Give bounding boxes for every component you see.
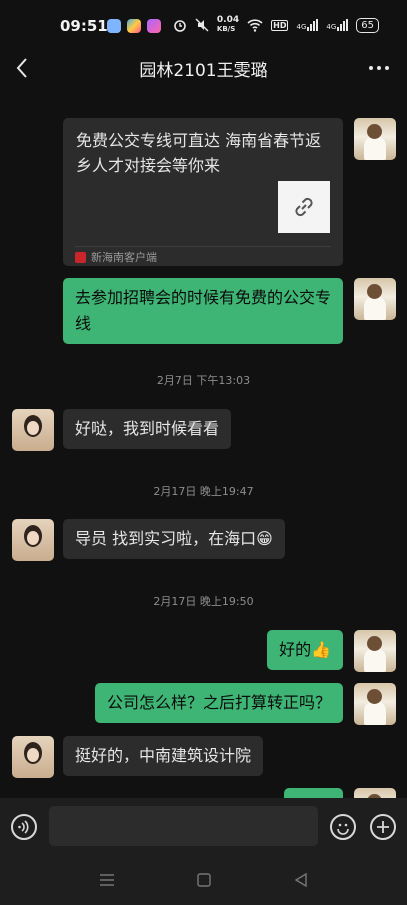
- more-dots-icon: [369, 66, 373, 70]
- sent-message-bubble[interactable]: 公司怎么样？之后打算转正吗？: [94, 683, 343, 723]
- more-options-button[interactable]: [369, 66, 389, 70]
- my-avatar[interactable]: [354, 278, 396, 320]
- card-divider: [75, 246, 331, 247]
- gallery-notification-icon: [127, 19, 141, 33]
- notification-icons: [107, 19, 161, 33]
- signal-2: 4G: [326, 19, 349, 31]
- signal-1: 4G: [296, 19, 319, 31]
- wifi-icon: [247, 18, 263, 32]
- hd-badge: HD: [271, 19, 289, 31]
- source-logo-icon: [75, 251, 86, 263]
- signal-icon-2: [337, 19, 349, 31]
- message-input-bar: [0, 798, 407, 856]
- timestamp-separator: 2月17日 晚上19:47: [153, 485, 254, 498]
- chat-header: 园林2101王雯璐: [0, 50, 407, 88]
- app-notification-icon: [107, 19, 121, 33]
- signal-icon: [307, 19, 319, 31]
- emoji-button[interactable]: [330, 814, 356, 840]
- back-nav-icon[interactable]: [294, 873, 308, 887]
- link-card-message[interactable]: 免费公交专线可直达 海南省春节返乡人才对接会等你来 新海南客户端: [63, 118, 343, 266]
- link-thumbnail: [278, 181, 330, 233]
- status-right: 0.04 KB/S HD 4G 4G 65: [173, 16, 379, 34]
- link-source-name: 新海南客户端: [91, 251, 157, 264]
- network-type-2: 4G: [326, 23, 337, 31]
- system-nav-bar: [0, 856, 407, 905]
- home-icon[interactable]: [197, 873, 211, 887]
- contact-avatar[interactable]: [12, 409, 54, 451]
- speed-value: 0.04: [216, 15, 240, 25]
- network-speed: 0.04 KB/S: [217, 16, 239, 34]
- contact-avatar[interactable]: [12, 519, 54, 561]
- speed-unit: KB/S: [216, 25, 236, 33]
- message-list[interactable]: 免费公交专线可直达 海南省春节返乡人才对接会等你来 新海南客户端 去参加招聘会的…: [0, 110, 407, 798]
- sent-message-bubble[interactable]: 好的👍: [267, 630, 343, 670]
- received-message-bubble[interactable]: 导员 找到实习啦，在海口😁: [63, 519, 285, 559]
- network-type-1: 4G: [296, 23, 307, 31]
- voice-icon: [18, 820, 29, 834]
- my-avatar[interactable]: [354, 683, 396, 725]
- link-card-title: 免费公交专线可直达 海南省春节返乡人才对接会等你来: [76, 131, 322, 175]
- status-time: 09:51: [60, 17, 108, 35]
- my-avatar[interactable]: [354, 118, 396, 160]
- link-source: 新海南客户端: [75, 249, 157, 265]
- voice-input-button[interactable]: [11, 814, 37, 840]
- timestamp-separator: 2月17日 晚上19:50: [153, 595, 254, 608]
- sent-message-bubble[interactable]: 去参加招聘会的时候有免费的公交专线: [63, 278, 343, 344]
- emoji-icon: [337, 823, 349, 835]
- received-message-bubble[interactable]: 好哒，我到时候看看: [63, 409, 232, 449]
- my-avatar[interactable]: [354, 788, 396, 798]
- menu-icon[interactable]: [99, 873, 115, 887]
- contact-avatar[interactable]: [12, 736, 54, 778]
- sent-message-bubble-partial[interactable]: [284, 788, 343, 798]
- received-message-bubble[interactable]: 挺好的，中南建筑设计院: [63, 736, 264, 776]
- battery-indicator: 65: [356, 17, 379, 33]
- mute-icon: [195, 18, 209, 32]
- message-input[interactable]: [49, 806, 318, 846]
- more-actions-button[interactable]: [370, 814, 396, 840]
- alarm-icon: [174, 20, 186, 32]
- app-notification-icon-2: [147, 19, 161, 33]
- timestamp-separator: 2月7日 下午13:03: [156, 374, 251, 387]
- chat-title: 园林2101王雯璐: [139, 61, 268, 81]
- status-bar: 09:51 0.04 KB/S HD 4G 4G 65: [0, 0, 407, 50]
- plus-icon: [377, 821, 389, 833]
- link-icon: [295, 197, 313, 217]
- my-avatar[interactable]: [354, 630, 396, 672]
